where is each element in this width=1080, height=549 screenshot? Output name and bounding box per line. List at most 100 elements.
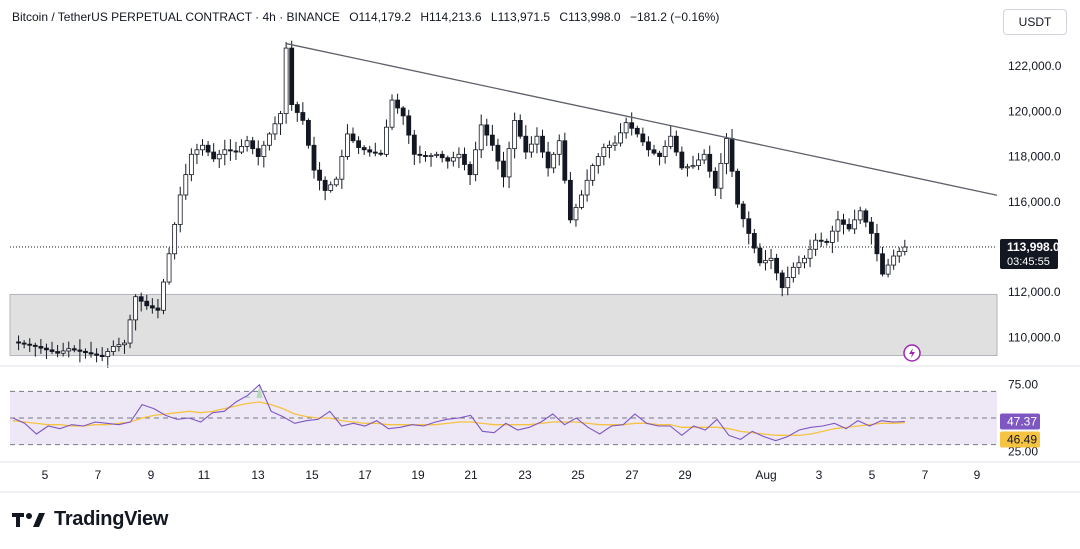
- candle-body-up: [685, 166, 690, 169]
- candle: [183, 163, 189, 200]
- candle-body-down: [646, 141, 651, 151]
- candle-body-up: [573, 207, 579, 221]
- candle-body-down: [400, 107, 406, 117]
- candle: [673, 130, 679, 156]
- candle: [763, 250, 768, 271]
- candle-body-down: [294, 104, 300, 113]
- candle: [478, 114, 484, 159]
- candle-body-up: [283, 47, 289, 115]
- chart-canvas[interactable]: 122,000.0 120,000.0 118,000.0 116,000.0 112,…: [0, 0, 1080, 549]
- candle-body-up: [556, 140, 562, 155]
- candle-body-up: [166, 253, 172, 283]
- candle-body-down: [77, 349, 83, 352]
- candle-body-up: [612, 142, 618, 146]
- candle: [356, 136, 361, 154]
- candle-body-down: [634, 127, 640, 135]
- y-tick-label: 122,000.0: [1008, 59, 1062, 73]
- candle-body-down: [350, 133, 356, 142]
- candle-body-up: [194, 149, 200, 155]
- candle: [283, 41, 289, 124]
- countdown-label: 03:45:55: [1007, 256, 1050, 268]
- candle: [523, 125, 529, 160]
- x-tick-label: 5: [869, 468, 876, 482]
- candle: [166, 247, 172, 285]
- tradingview-logo-text: TradingView: [54, 508, 169, 530]
- candle-body-up: [172, 223, 178, 255]
- candle-body-down: [863, 210, 869, 223]
- candle-body-up: [662, 146, 668, 157]
- candle: [802, 255, 807, 269]
- candle-body-down: [712, 170, 718, 189]
- candle-body-down: [751, 233, 757, 249]
- candle: [233, 142, 239, 160]
- candle: [161, 278, 166, 315]
- candle: [395, 93, 400, 114]
- candle: [662, 140, 668, 164]
- candle: [239, 139, 244, 155]
- candle: [896, 247, 902, 263]
- candle-body-up: [333, 178, 339, 186]
- candle-body-up: [790, 266, 796, 278]
- candle: [863, 208, 869, 228]
- candle-body-down: [423, 155, 428, 157]
- candle-body-down: [679, 151, 685, 169]
- candle: [400, 106, 406, 125]
- candle-body-down: [629, 122, 635, 129]
- candle-body-down: [16, 341, 21, 344]
- candle: [902, 239, 908, 256]
- candle: [690, 155, 696, 169]
- candle-body-up: [579, 194, 584, 208]
- candle: [517, 114, 523, 139]
- candle-body-down: [880, 253, 885, 275]
- candle-body-down: [735, 170, 741, 205]
- candle-body-up: [668, 135, 674, 147]
- candle: [757, 243, 763, 267]
- candle-body-up: [857, 210, 863, 221]
- candle-body-down: [356, 140, 361, 148]
- candle: [607, 140, 612, 158]
- candle: [796, 255, 802, 275]
- candle-body-down: [144, 300, 150, 307]
- candle: [824, 238, 830, 246]
- x-tick-label: 21: [464, 468, 478, 482]
- candle-body-up: [328, 184, 334, 191]
- candle-body-up: [127, 319, 133, 344]
- candle-body-down: [824, 240, 830, 243]
- candle: [445, 155, 451, 169]
- candle-body-down: [417, 153, 423, 156]
- candle: [634, 125, 640, 138]
- candle: [211, 143, 217, 162]
- candle: [646, 136, 651, 157]
- candle-body-down: [311, 144, 317, 171]
- candle: [846, 218, 852, 232]
- candle-body-up: [183, 174, 189, 196]
- x-tick-label: 7: [95, 468, 102, 482]
- candle-body-up: [278, 113, 283, 125]
- candle: [601, 143, 607, 166]
- candle: [378, 149, 384, 157]
- rsi-ma-value-label: 46.49: [1007, 433, 1037, 447]
- candle-body-down: [651, 149, 657, 154]
- candle-body-up: [595, 156, 601, 167]
- candle-body-up: [701, 153, 707, 161]
- candle: [701, 149, 707, 164]
- candle: [751, 228, 757, 254]
- tradingview-logo[interactable]: TradingView: [12, 508, 168, 531]
- candle-body-up: [122, 342, 127, 346]
- candle: [462, 147, 467, 171]
- candle-body-up: [807, 248, 813, 259]
- candle: [724, 133, 729, 175]
- candle-body-down: [233, 150, 239, 153]
- candle: [467, 161, 473, 185]
- candle: [127, 314, 133, 349]
- candle-body-up: [584, 179, 590, 196]
- candle: [384, 119, 389, 157]
- candle-body-down: [501, 160, 506, 178]
- candle: [333, 176, 339, 187]
- candle: [551, 152, 557, 174]
- candle: [829, 225, 835, 254]
- candle: [590, 163, 596, 186]
- candle: [534, 127, 540, 154]
- candle: [807, 239, 813, 268]
- candle-body-down: [657, 152, 662, 157]
